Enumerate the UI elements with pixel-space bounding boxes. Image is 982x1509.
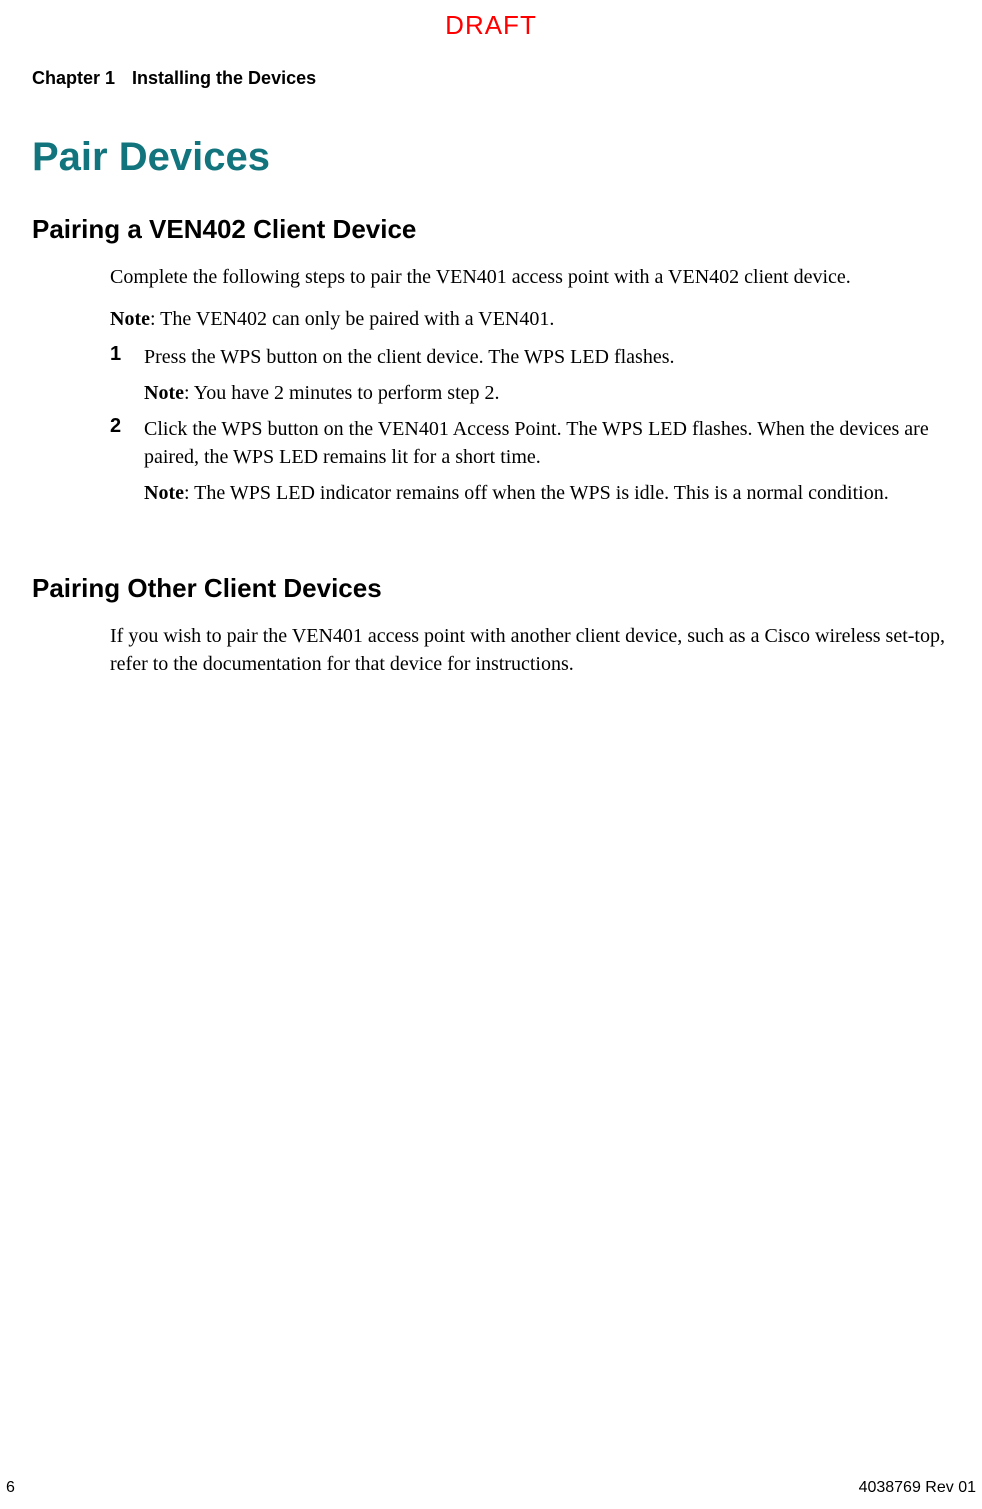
note-paragraph: Note: The VEN402 can only be paired with…: [110, 305, 954, 333]
note-body: : The VEN402 can only be paired with a V…: [150, 308, 554, 330]
intro-paragraph: Complete the following steps to pair the…: [110, 263, 954, 291]
section-heading: Pairing Other Client Devices: [32, 573, 954, 604]
note-label: Note: [144, 482, 184, 504]
page-number: 6: [6, 1479, 15, 1497]
note-label: Note: [110, 308, 150, 330]
step-number: 1: [110, 343, 144, 371]
section-pairing-other: Pairing Other Client Devices If you wish…: [32, 573, 954, 692]
page-footer: 6 4038769 Rev 01: [6, 1479, 976, 1497]
page-title: Pair Devices: [32, 135, 270, 180]
draft-watermark: DRAFT: [445, 10, 537, 41]
step-text: Click the WPS button on the VEN401 Acces…: [144, 415, 954, 471]
chapter-header: Chapter 1 Installing the Devices: [32, 68, 316, 89]
section-heading: Pairing a VEN402 Client Device: [32, 214, 954, 245]
step-1: 1 Press the WPS button on the client dev…: [110, 343, 954, 371]
step-number: 2: [110, 415, 144, 471]
step-2: 2 Click the WPS button on the VEN401 Acc…: [110, 415, 954, 471]
note-label: Note: [144, 382, 184, 404]
chapter-title: Installing the Devices: [132, 68, 316, 88]
body-paragraph: If you wish to pair the VEN401 access po…: [110, 622, 954, 678]
step-1-note: Note: You have 2 minutes to perform step…: [144, 379, 954, 407]
step-text: Press the WPS button on the client devic…: [144, 343, 954, 371]
note-body: : The WPS LED indicator remains off when…: [184, 482, 889, 504]
section-pairing-ven402: Pairing a VEN402 Client Device Complete …: [32, 214, 954, 515]
chapter-number: Chapter 1: [32, 68, 115, 88]
note-body: : You have 2 minutes to perform step 2.: [184, 382, 500, 404]
document-id: 4038769 Rev 01: [859, 1479, 976, 1497]
step-2-note: Note: The WPS LED indicator remains off …: [144, 479, 954, 507]
